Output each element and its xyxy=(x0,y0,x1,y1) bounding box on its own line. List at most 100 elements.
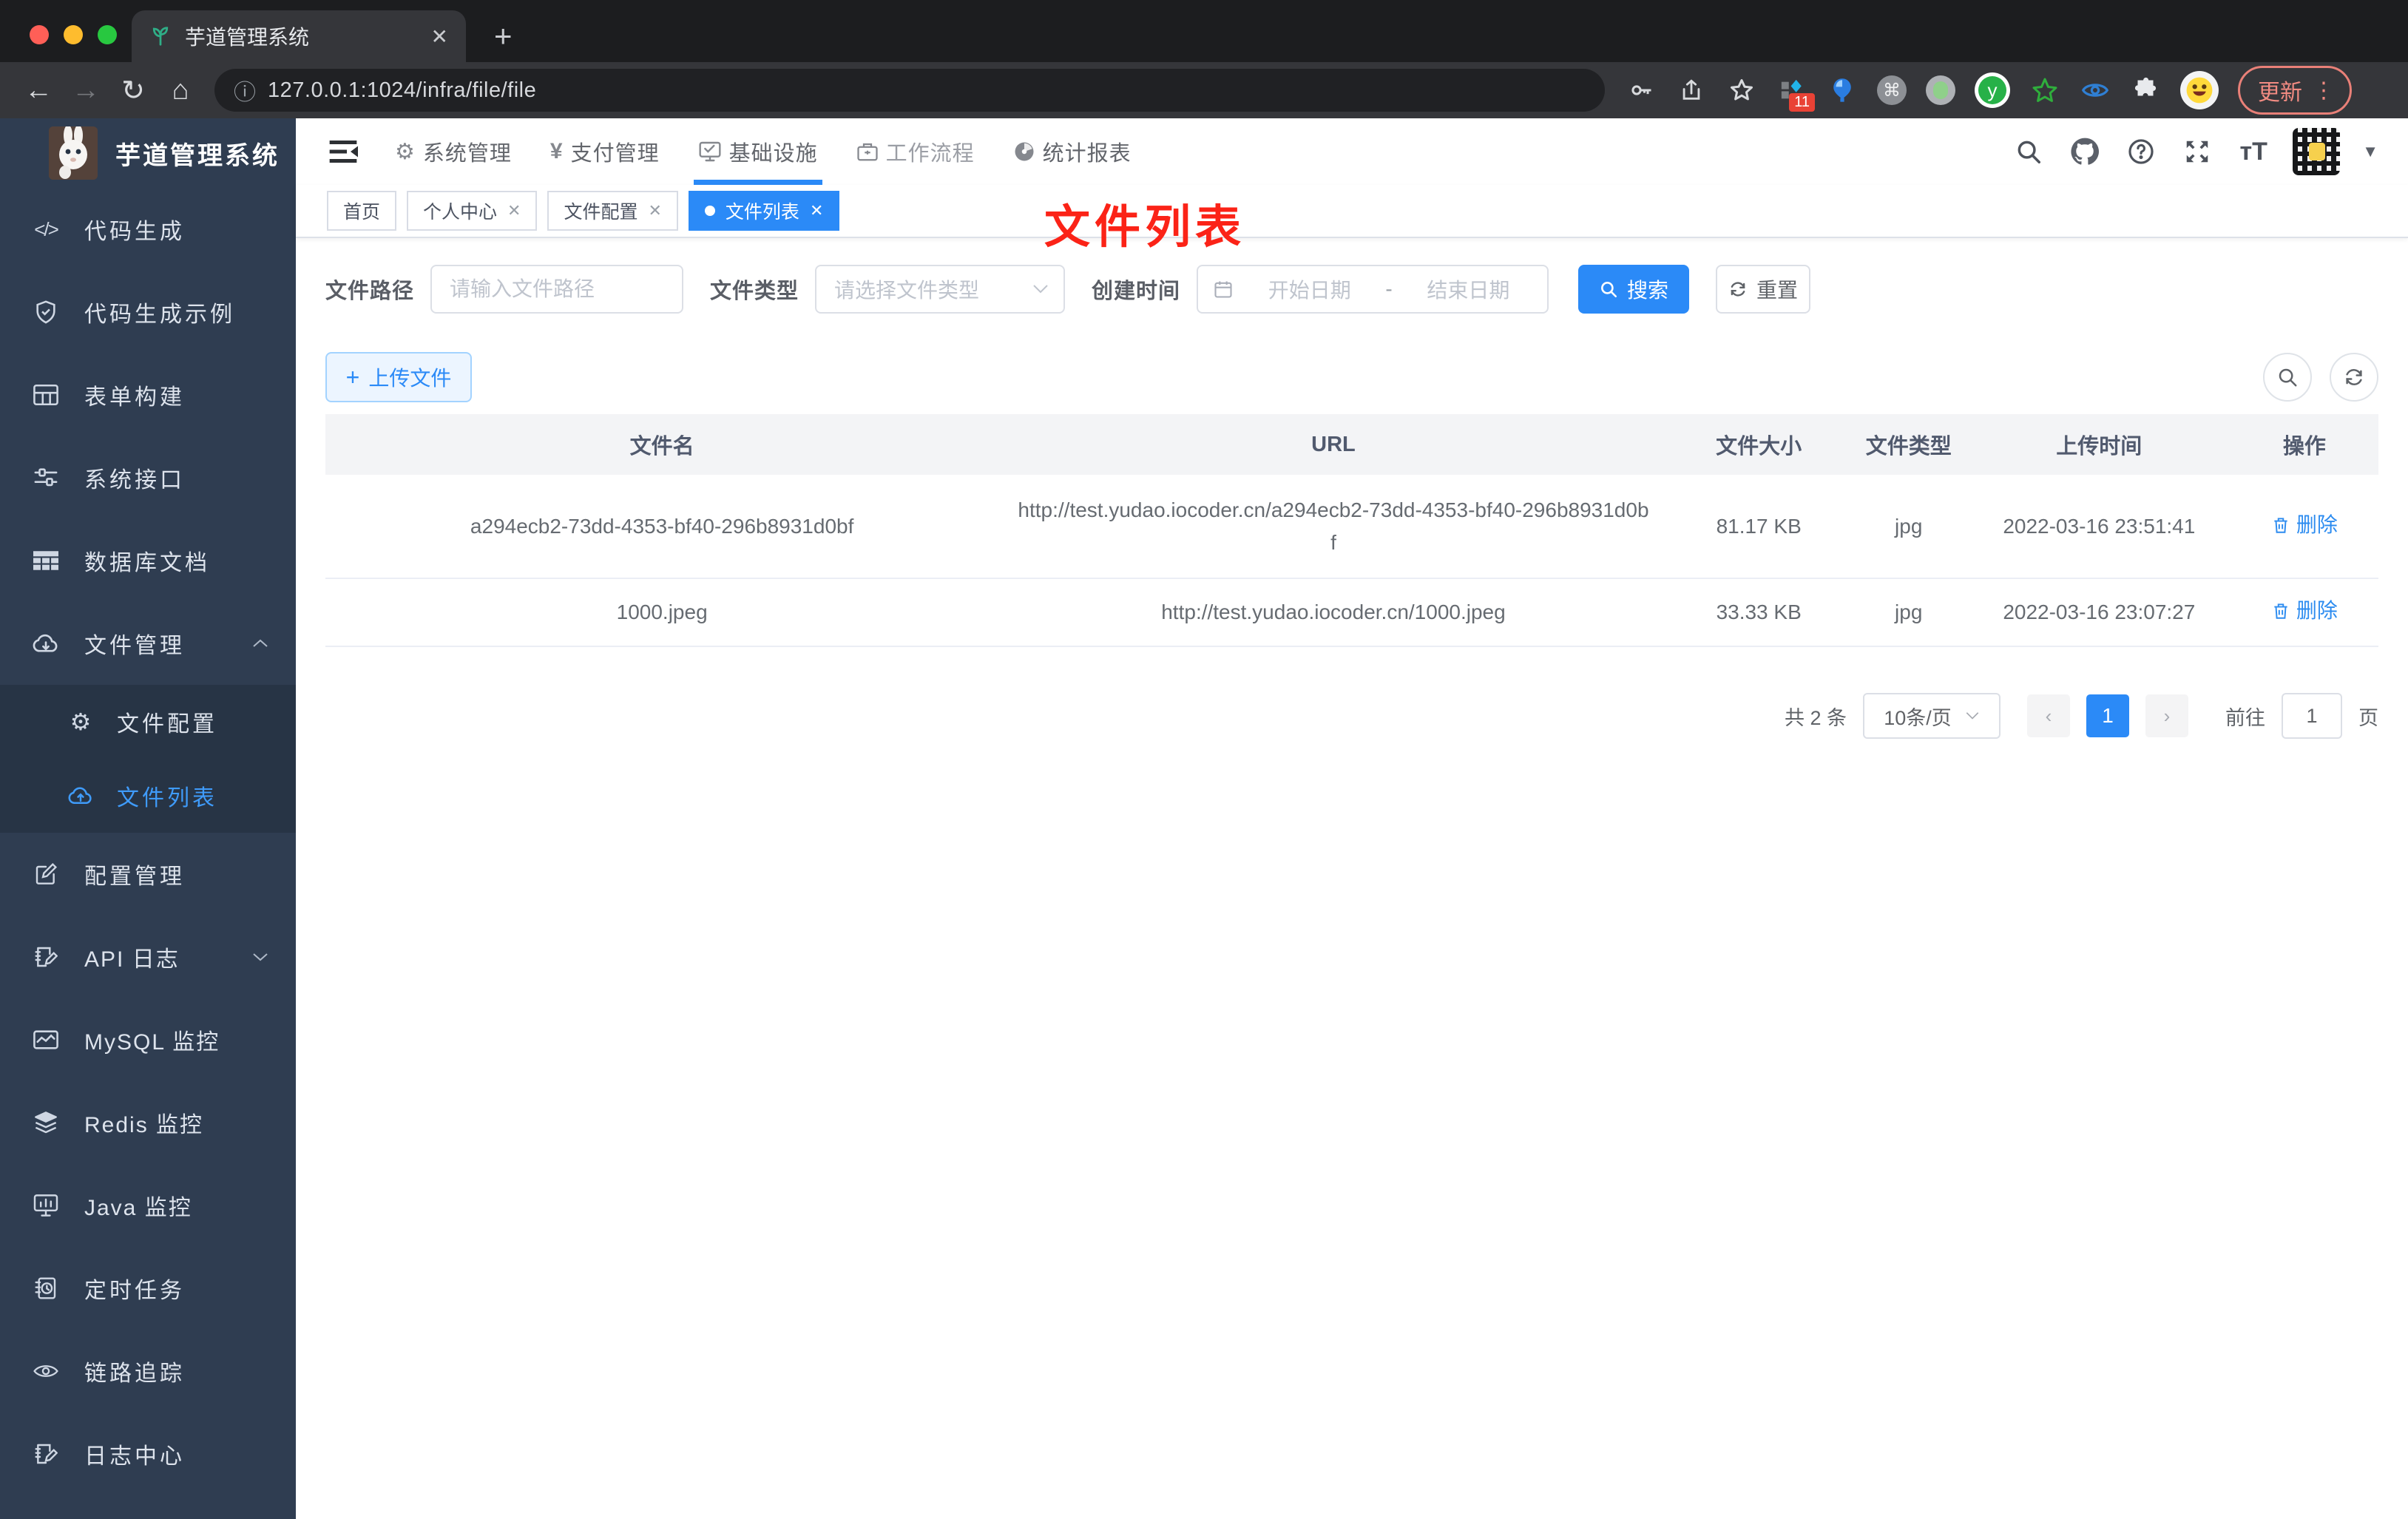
sidebar-item-file-management[interactable]: 文件管理 xyxy=(0,602,296,685)
app-header: ⚙ 系统管理 ¥ 支付管理 基础设施 工作流程 统计报表 ᴛT ▼ xyxy=(296,118,2408,185)
prev-page-button[interactable]: ‹ xyxy=(2027,694,2070,737)
password-key-icon[interactable] xyxy=(1626,75,1657,106)
cell-filename: a294ecb2-73dd-4353-bf40-296b8931d0bf xyxy=(325,475,999,579)
update-label: 更新 xyxy=(2258,81,2302,105)
eye-extension-icon[interactable] xyxy=(2080,75,2111,106)
search-icon[interactable] xyxy=(2012,135,2046,169)
new-tab-button[interactable]: + xyxy=(494,16,513,56)
date-range-picker[interactable]: 开始日期 - 结束日期 xyxy=(1197,265,1549,314)
monitor-check-icon xyxy=(698,140,722,163)
address-bar[interactable]: ⓘ 127.0.0.1:1024/infra/file/file xyxy=(214,69,1605,112)
bookmark-star-icon[interactable] xyxy=(1726,75,1757,106)
fullscreen-icon[interactable] xyxy=(2180,135,2214,169)
sidebar-logo[interactable]: 芋道管理系统 xyxy=(0,118,296,188)
browser-tab[interactable]: 芋道管理系统 ✕ xyxy=(132,10,466,62)
sidebar-menu: </> 代码生成 代码生成示例 表单构建 系统接口 数据库文档 文件管理 ⚙ 文… xyxy=(0,188,296,1495)
star-extension-icon[interactable] xyxy=(2029,75,2060,106)
reset-button[interactable]: 重置 xyxy=(1716,265,1811,314)
view-tab-home[interactable]: 首页 xyxy=(327,191,397,231)
col-header-url: URL xyxy=(998,414,1668,475)
dashboard-icon xyxy=(1013,141,1035,163)
share-icon[interactable] xyxy=(1676,75,1707,106)
extension-grid-icon[interactable]: 11 xyxy=(1776,75,1815,112)
file-path-input[interactable] xyxy=(430,265,684,314)
cell-url: http://test.yudao.iocoder.cn/a294ecb2-73… xyxy=(998,475,1668,579)
github-icon[interactable] xyxy=(2068,135,2102,169)
search-icon xyxy=(1601,282,1617,298)
tab-close-icon[interactable]: ✕ xyxy=(507,201,521,220)
sidebar-item-db-doc[interactable]: 数据库文档 xyxy=(0,519,296,602)
nav-item-reports[interactable]: 统计报表 xyxy=(1013,118,1132,185)
user-avatar-qr[interactable] xyxy=(2293,128,2341,175)
upload-file-button[interactable]: + 上传文件 xyxy=(325,352,472,402)
profile-emoji-icon[interactable] xyxy=(2180,71,2219,109)
tab-close-icon[interactable]: ✕ xyxy=(648,201,661,220)
home-button[interactable]: ⌂ xyxy=(160,70,201,111)
sidebar-item-api-log[interactable]: API 日志 xyxy=(0,916,296,998)
date-end-placeholder[interactable]: 结束日期 xyxy=(1404,274,1532,304)
minimize-window-button[interactable] xyxy=(64,25,83,44)
url-text[interactable]: 127.0.0.1:1024/infra/file/file xyxy=(268,78,536,103)
search-button[interactable]: 搜索 xyxy=(1578,265,1690,314)
zoom-window-button[interactable] xyxy=(98,25,117,44)
yudao-extension-icon[interactable]: y xyxy=(1975,72,2010,108)
view-tab-file-list[interactable]: 文件列表 ✕ xyxy=(688,191,840,231)
balloon-extension-icon[interactable] xyxy=(1827,75,1858,106)
sidebar-item-log-center[interactable]: 日志中心 xyxy=(0,1413,296,1495)
extensions-puzzle-icon[interactable] xyxy=(2130,75,2161,106)
current-page-button[interactable]: 1 xyxy=(2086,694,2129,737)
back-button[interactable]: ← xyxy=(18,70,59,111)
sidebar-item-java-monitor[interactable]: Java 监控 xyxy=(0,1164,296,1247)
sidebar-item-config-management[interactable]: 配置管理 xyxy=(0,833,296,916)
avatar-caret-down-icon[interactable]: ▼ xyxy=(2362,142,2378,161)
next-page-button[interactable]: › xyxy=(2145,694,2188,737)
sidebar: 芋道管理系统 </> 代码生成 代码生成示例 表单构建 系统接口 数据库文档 文… xyxy=(0,118,296,1519)
date-start-placeholder[interactable]: 开始日期 xyxy=(1245,274,1373,304)
command-extension-icon[interactable]: ⌘ xyxy=(1877,75,1907,105)
tab-close-icon[interactable]: ✕ xyxy=(810,201,823,220)
goto-page-input[interactable]: 1 xyxy=(2282,693,2342,739)
help-icon[interactable] xyxy=(2124,135,2158,169)
sidebar-item-file-list[interactable]: 文件列表 xyxy=(0,759,296,833)
kebab-menu-icon[interactable]: ⋮ xyxy=(2313,78,2335,104)
pagination: 共 2 条 10条/页 ‹ 1 › 前往 1 页 xyxy=(325,693,2378,739)
sidebar-item-system-api[interactable]: 系统接口 xyxy=(0,436,296,519)
sidebar-item-mysql-monitor[interactable]: MySQL 监控 xyxy=(0,998,296,1081)
delete-button[interactable]: 删除 xyxy=(2271,595,2338,627)
refresh-table-button[interactable] xyxy=(2330,353,2378,402)
font-size-icon[interactable]: ᴛT xyxy=(2236,135,2270,169)
sidebar-item-code-gen[interactable]: </> 代码生成 xyxy=(0,188,296,271)
sidebar-item-form-builder[interactable]: 表单构建 xyxy=(0,353,296,436)
sidebar-item-redis-monitor[interactable]: Redis 监控 xyxy=(0,1081,296,1164)
sidebar-item-scheduled-jobs[interactable]: 定时任务 xyxy=(0,1247,296,1330)
site-info-icon[interactable]: ⓘ xyxy=(234,74,256,106)
delete-button[interactable]: 删除 xyxy=(2271,509,2338,541)
tab-close-icon[interactable]: ✕ xyxy=(431,24,448,49)
app-root: 芋道管理系统 </> 代码生成 代码生成示例 表单构建 系统接口 数据库文档 文… xyxy=(0,118,2408,1519)
view-tab-file-config[interactable]: 文件配置 ✕ xyxy=(547,191,678,231)
forward-button[interactable]: → xyxy=(65,70,106,111)
search-icon xyxy=(2279,368,2297,387)
nav-item-infrastructure[interactable]: 基础设施 xyxy=(693,118,822,185)
sidebar-item-file-config[interactable]: ⚙ 文件配置 xyxy=(0,685,296,759)
nav-item-payment[interactable]: ¥ 支付管理 xyxy=(550,118,660,185)
show-search-toggle-button[interactable] xyxy=(2263,353,2312,402)
camera-extension-icon[interactable] xyxy=(1926,75,1955,105)
page-size-select[interactable]: 10条/页 xyxy=(1863,693,2001,739)
edit-square-icon xyxy=(31,862,61,886)
view-tab-profile[interactable]: 个人中心 ✕ xyxy=(407,191,538,231)
nav-item-system[interactable]: ⚙ 系统管理 xyxy=(395,118,512,185)
sidebar-collapse-icon[interactable] xyxy=(325,134,361,169)
cell-url: http://test.yudao.iocoder.cn/1000.jpeg xyxy=(998,578,1668,647)
cloud-upload-icon xyxy=(67,785,95,806)
close-window-button[interactable] xyxy=(30,25,49,44)
sidebar-item-code-demo[interactable]: 代码生成示例 xyxy=(0,271,296,353)
nav-item-workflow[interactable]: 工作流程 xyxy=(856,118,975,185)
chrome-update-menu-button[interactable]: 更新 ⋮ xyxy=(2238,66,2352,115)
reload-button[interactable]: ↻ xyxy=(112,70,154,111)
file-type-select[interactable]: 请选择文件类型 xyxy=(815,265,1066,314)
grid-filled-icon xyxy=(31,550,61,571)
sidebar-item-tracing[interactable]: 链路追踪 xyxy=(0,1330,296,1413)
cell-size: 33.33 KB xyxy=(1668,578,1850,647)
macos-traffic-lights[interactable] xyxy=(30,25,117,44)
